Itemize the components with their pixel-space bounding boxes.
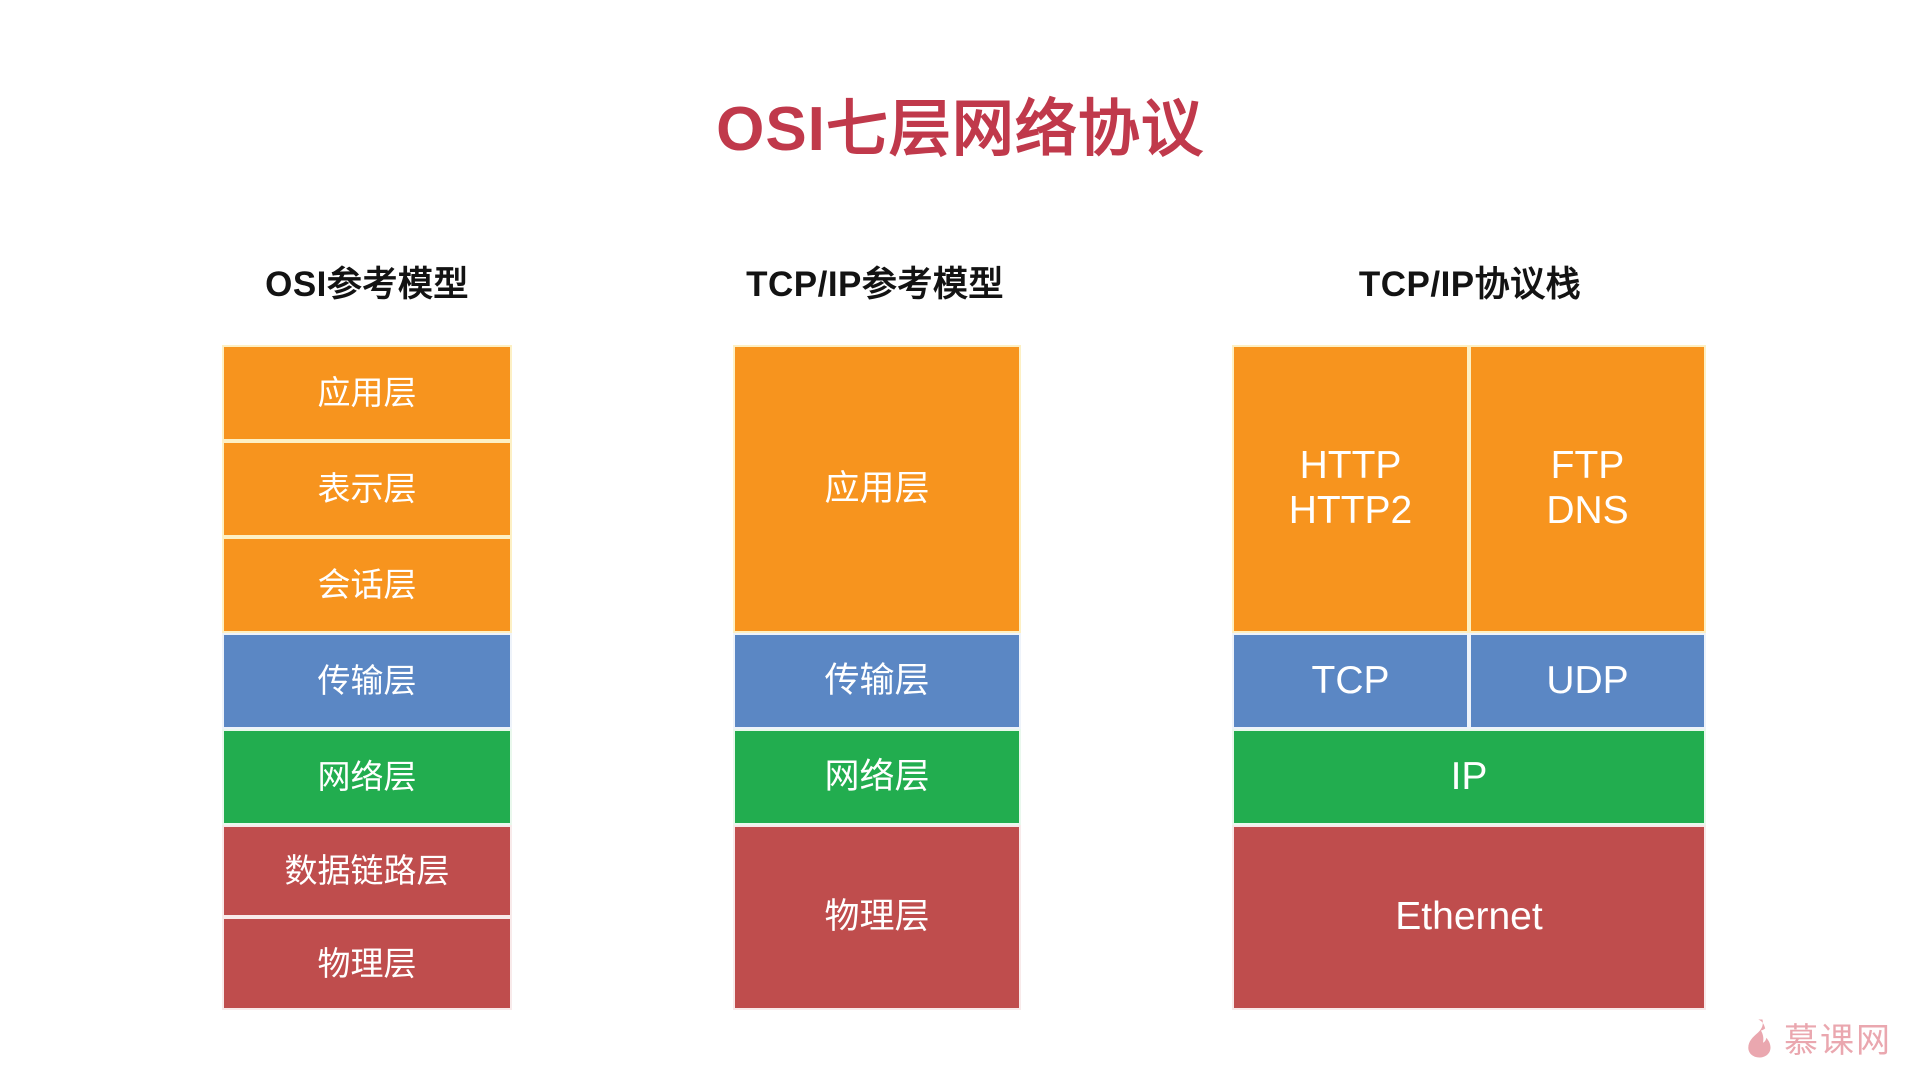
osi-layer-data-link: 数据链路层 [222, 825, 512, 917]
stack-protocol-ftp-dns: FTP DNS [1469, 345, 1706, 633]
osi-layer-transport: 传输层 [222, 633, 512, 729]
watermark-logo: 慕课网 [1742, 1013, 1892, 1062]
stack-protocol-tcp: TCP [1232, 633, 1469, 729]
tcpip-layer-transport: 传输层 [733, 633, 1021, 729]
stack-protocol-http: HTTP HTTP2 [1232, 345, 1469, 633]
stack-protocol-ethernet: Ethernet [1232, 825, 1706, 1010]
tcpip-stack-column: HTTP HTTP2 FTP DNS TCP UDP IP Ethernet [1232, 345, 1706, 1010]
osi-layer-network: 网络层 [222, 729, 512, 825]
tcpip-layer-network: 网络层 [733, 729, 1021, 825]
osi-model-column: 应用层 表示层 会话层 传输层 网络层 数据链路层 物理层 [222, 345, 512, 1010]
stack-protocol-ip: IP [1232, 729, 1706, 825]
osi-layer-application: 应用层 [222, 345, 512, 441]
column-header-tcpip-model: TCP/IP参考模型 [746, 265, 1004, 304]
osi-layer-session: 会话层 [222, 537, 512, 633]
osi-layer-presentation: 表示层 [222, 441, 512, 537]
tcpip-layer-physical: 物理层 [733, 825, 1021, 1010]
osi-layer-physical: 物理层 [222, 917, 512, 1010]
column-header-tcpip-stack: TCP/IP协议栈 [1358, 265, 1582, 304]
stack-application-row: HTTP HTTP2 FTP DNS [1232, 345, 1706, 633]
diagram-canvas: OSI七层网络协议 OSI参考模型 TCP/IP参考模型 TCP/IP协议栈 应… [0, 0, 1920, 1080]
stack-protocol-udp: UDP [1469, 633, 1706, 729]
flame-icon [1742, 1018, 1776, 1058]
column-header-osi: OSI参考模型 [265, 265, 469, 304]
tcpip-model-column: 应用层 传输层 网络层 物理层 [733, 345, 1021, 1010]
watermark-text: 慕课网 [1784, 1022, 1892, 1060]
stack-transport-row: TCP UDP [1232, 633, 1706, 729]
page-title: OSI七层网络协议 [716, 95, 1204, 164]
tcpip-layer-application: 应用层 [733, 345, 1021, 633]
